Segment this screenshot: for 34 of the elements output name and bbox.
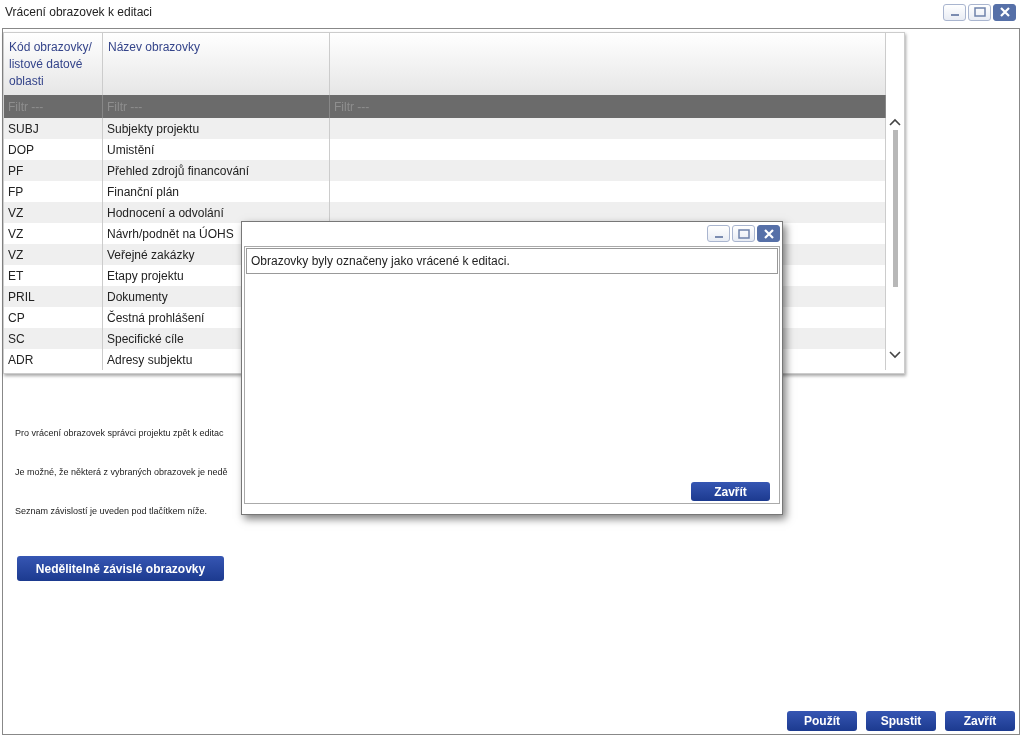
close-button[interactable] xyxy=(993,3,1016,21)
info-text: Seznam závislostí je uveden pod tlačítkem níže. xyxy=(15,506,209,517)
window-title: Vrácení obrazovek k editaci xyxy=(5,5,152,19)
table-cell: VZ xyxy=(4,244,103,265)
minimize-icon xyxy=(950,14,959,16)
minimize-button[interactable] xyxy=(943,3,966,21)
table-cell: PRIL xyxy=(4,286,103,307)
message-text: Obrazovky byly označeny jako vrácené k editaci. xyxy=(246,248,778,274)
footer-button[interactable]: Spustit xyxy=(866,711,936,731)
table-cell: SC xyxy=(4,328,103,349)
table-cell: VZ xyxy=(4,202,103,223)
minimize-icon xyxy=(714,235,723,238)
close-icon xyxy=(998,6,1011,18)
table-cell: ADR xyxy=(4,349,103,370)
maximize-button[interactable] xyxy=(968,3,991,21)
dependent-screens-button[interactable]: Nedělitelně závislé obrazovky xyxy=(17,556,224,581)
info-text: Pro vrácení obrazovek správci projektu zpět k editac xyxy=(15,428,225,439)
scrollbar-thumb[interactable] xyxy=(892,130,898,287)
table-cell: Subjekty projektu xyxy=(103,118,330,139)
close-button[interactable] xyxy=(757,225,780,242)
footer-button[interactable]: Zavřít xyxy=(945,711,1015,731)
close-dialog-button[interactable]: Zavřít xyxy=(691,482,770,501)
maximize-icon xyxy=(737,228,750,239)
table-cell: SUBJ xyxy=(4,118,103,139)
footer-button[interactable]: Použít xyxy=(787,711,857,731)
scroll-down-icon[interactable] xyxy=(889,351,901,359)
scroll-up-icon[interactable] xyxy=(889,118,901,126)
info-text: Je možné, že některá z vybraných obrazovek je nedě xyxy=(15,467,228,478)
maximize-button[interactable] xyxy=(732,225,755,242)
maximize-icon xyxy=(973,7,986,17)
table-cell: PF xyxy=(4,160,103,181)
table-cell: Přehled zdrojů financování xyxy=(103,160,330,181)
close-icon xyxy=(762,227,775,240)
minimize-button[interactable] xyxy=(707,225,730,242)
